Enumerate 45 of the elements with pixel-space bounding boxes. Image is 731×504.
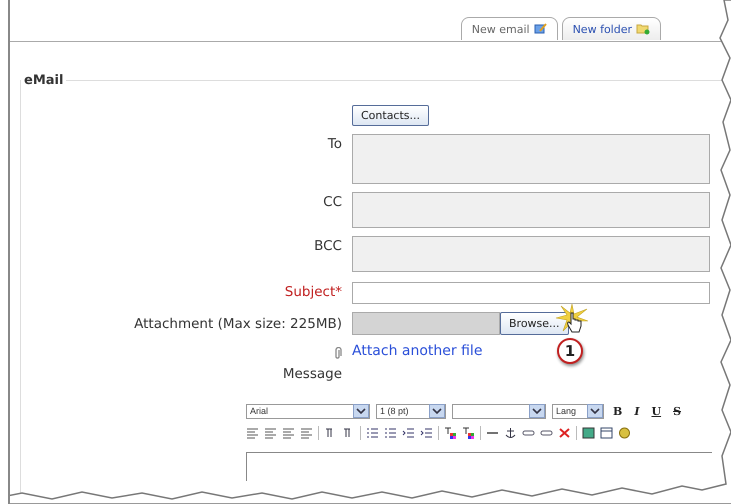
align-center-icon[interactable] (264, 427, 277, 439)
text-color-icon[interactable] (444, 427, 457, 439)
justify-icon[interactable] (300, 427, 313, 439)
step-number: 1 (557, 338, 583, 364)
input-field[interactable] (352, 282, 710, 304)
hand-cursor-icon (566, 312, 582, 334)
compose-icon (534, 23, 547, 35)
input-field[interactable] (352, 192, 710, 228)
numbered-list-icon[interactable] (366, 427, 379, 439)
outdent-icon[interactable] (402, 427, 415, 439)
attach-link[interactable]: Attach another file (352, 343, 482, 359)
toolbar-dropdown[interactable]: 1 (8 pt) (376, 404, 446, 418)
tab[interactable]: New email (460, 17, 558, 40)
align-left-icon[interactable] (246, 427, 259, 439)
panel-title: eMail (23, 73, 64, 88)
field-label: Message (282, 366, 342, 382)
format-button[interactable]: S (670, 404, 684, 418)
remove-link-icon[interactable] (558, 427, 571, 439)
indent-icon[interactable] (420, 427, 433, 439)
paperclip-icon (334, 347, 342, 360)
tab[interactable]: New folder (562, 17, 661, 40)
background-color-icon[interactable] (462, 427, 475, 439)
field-label: To (326, 135, 342, 152)
image-icon[interactable] (582, 427, 595, 439)
input-field[interactable] (352, 134, 710, 184)
field-label: Subject* (284, 283, 342, 300)
file-field[interactable] (352, 312, 500, 335)
editor-area[interactable] (246, 452, 712, 481)
field-label: Attachment (Max size: 225MB) (133, 315, 342, 332)
align-right-icon[interactable] (282, 427, 295, 439)
format-button[interactable]: U (648, 404, 664, 418)
contacts-button[interactable]: Contacts... (352, 105, 430, 126)
format-button[interactable]: I (631, 404, 642, 418)
toolbar-dropdown[interactable]: Arial (246, 404, 370, 418)
table-icon[interactable] (600, 427, 613, 439)
toolbar-dropdown[interactable] (452, 404, 546, 418)
browse-button[interactable]: Browse... (500, 312, 569, 335)
format-button[interactable]: B (610, 404, 626, 418)
input-field[interactable] (352, 236, 710, 272)
bullet-list-icon[interactable] (384, 427, 397, 439)
anchor-icon[interactable] (504, 427, 517, 439)
field-label: CC (322, 193, 342, 210)
folder-icon (636, 23, 650, 35)
toolbar-dropdown[interactable]: Lang (552, 404, 604, 418)
field-label: BCC (313, 237, 342, 254)
